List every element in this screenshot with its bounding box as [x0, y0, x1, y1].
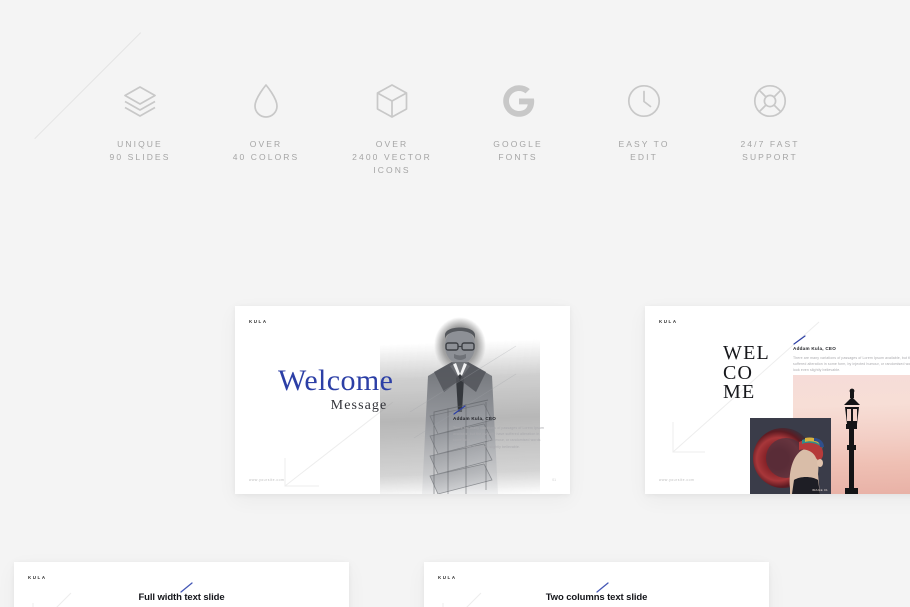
title-line-3: ME [723, 381, 756, 404]
ceo-caption-block: Addam Kula, CEO There are many variation… [453, 402, 549, 450]
slide-footer-url[interactable]: www.yoursite.com [249, 478, 284, 482]
ceo-caption-block: Addam Kula, CEO There are many variation… [793, 332, 910, 374]
feature-fast-support: 24/7 FAST SUPPORT [707, 78, 833, 164]
slash-accent-icon [596, 580, 610, 593]
clock-icon [624, 78, 664, 124]
feature-strip: UNIQUE 90 SLIDES OVER 40 COLORS OVER 240… [0, 78, 910, 178]
page-title: WEL CO ME [723, 342, 770, 404]
caption-body: There are many variations of passages of… [793, 355, 910, 373]
page-subtitle: Message [330, 397, 388, 413]
slide-welcome-gallery[interactable]: KULA WEL CO ME Addam Kula, CEO There are… [645, 306, 910, 494]
feature-label: OVER 40 COLORS [232, 139, 300, 163]
slash-accent-icon [180, 580, 194, 593]
feature-label: OVER 2400 VECTOR ICONS [352, 139, 432, 176]
google-g-icon [498, 78, 538, 124]
cube-icon [372, 78, 412, 124]
feature-unique-slides: UNIQUE 90 SLIDES [77, 78, 203, 164]
welcome-title-block: Welcome Message [278, 364, 394, 414]
feature-label: 24/7 FAST SUPPORT [740, 139, 800, 163]
slide-logo: KULA [659, 319, 678, 324]
slash-accent-icon [793, 332, 807, 345]
slide-corner-diagonal [275, 402, 395, 492]
slide-welcome-message[interactable]: KULA Welcome Message Addam Kula, CEO The… [235, 306, 570, 494]
caption-name: Addam Kula, CEO [453, 416, 497, 421]
feature-label: GOOGLE FONTS [493, 139, 543, 163]
slide-full-width-text[interactable]: KULA Full width text slide [14, 562, 349, 607]
caption-body: There are many variations of passages of… [453, 425, 544, 449]
feature-easy-to-edit: EASY TO EDIT [581, 78, 707, 164]
slash-accent-icon [453, 402, 467, 415]
page-title: Welcome [278, 364, 394, 397]
preview-canvas: UNIQUE 90 SLIDES OVER 40 COLORS OVER 240… [0, 0, 910, 607]
feature-label: EASY TO EDIT [618, 139, 670, 163]
feature-label: UNIQUE 90 SLIDES [109, 139, 171, 163]
page-title: Two columns text slide [545, 592, 648, 603]
lifebuoy-icon [750, 78, 790, 124]
page-title: Full width text slide [138, 592, 225, 603]
caption-name: Addam Kula, CEO [793, 346, 837, 351]
slide-footer-url[interactable]: www.yoursite.com [659, 478, 694, 482]
portrait-photo: IMAGE 01 [750, 418, 831, 494]
slide-logo: KULA [249, 319, 268, 324]
feature-vector-icons: OVER 2400 VECTOR ICONS [329, 78, 455, 178]
feature-google-fonts: GOOGLE FONTS [455, 78, 581, 164]
feature-colors: OVER 40 COLORS [203, 78, 329, 164]
title-line-1: WEL [723, 342, 770, 364]
image-caption: IMAGE 01 [811, 488, 828, 492]
slide-two-columns-text[interactable]: KULA Two columns text slide [424, 562, 769, 607]
layers-icon [120, 78, 160, 124]
droplet-icon [246, 78, 286, 124]
slide-logo: KULA [28, 575, 47, 580]
slide-logo: KULA [438, 575, 457, 580]
slide-page-number: 01 [552, 478, 556, 482]
